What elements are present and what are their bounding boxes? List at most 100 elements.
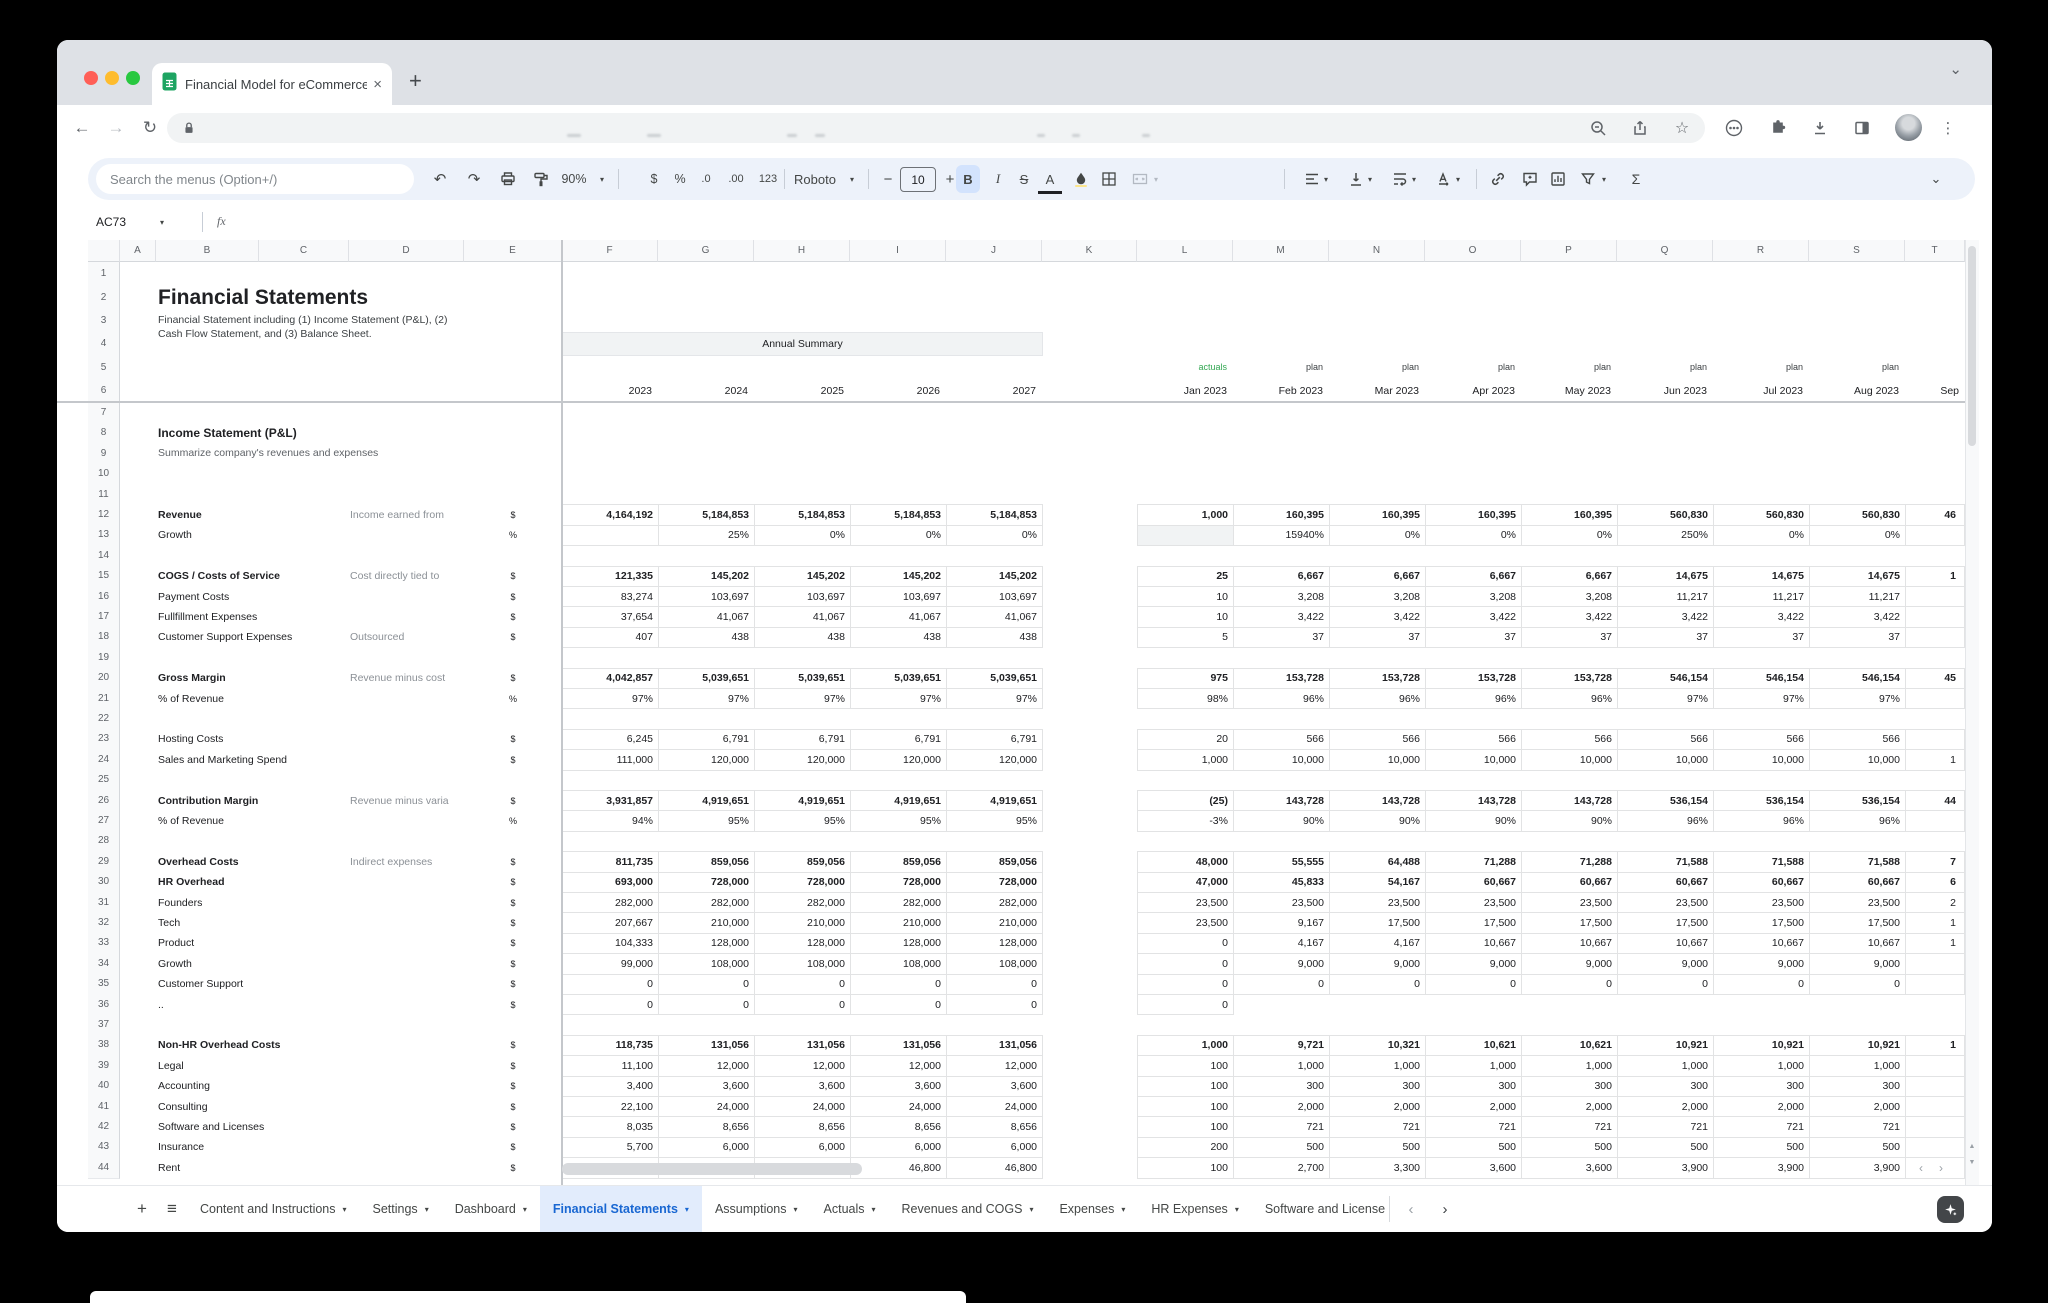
data-cell[interactable]: 6,000 (658, 1136, 755, 1159)
data-cell[interactable]: 143,728 (1521, 790, 1618, 812)
row-label[interactable]: COGS / Costs of Service (158, 566, 347, 587)
data-cell[interactable]: 17,500 (1713, 912, 1810, 934)
data-cell[interactable]: 6,667 (1521, 565, 1618, 587)
chevron-down-icon[interactable]: ▾ (160, 218, 172, 227)
data-cell[interactable]: 97% (850, 688, 947, 710)
data-cell[interactable]: 2,000 (1521, 1096, 1618, 1118)
chevron-down-icon[interactable]: ▾ (1235, 1205, 1239, 1214)
data-cell[interactable]: 71,288 (1521, 851, 1618, 873)
data-cell[interactable]: 128,000 (850, 932, 947, 955)
chevron-down-icon[interactable]: ▾ (1029, 1205, 1033, 1214)
data-cell[interactable]: 3,600 (850, 1075, 947, 1097)
data-cell[interactable]: 5,184,853 (946, 504, 1043, 526)
data-cell[interactable] (1905, 728, 1965, 751)
column-header[interactable]: F (562, 240, 658, 262)
data-cell[interactable]: 2,000 (1425, 1096, 1522, 1118)
row-unit[interactable]: $ (464, 912, 562, 933)
row-label[interactable]: Customer Support Expenses (158, 627, 347, 648)
row-label[interactable]: Product (158, 933, 347, 954)
row-label[interactable]: Sales and Marketing Spend (158, 749, 347, 770)
row-header[interactable]: 15 (88, 565, 120, 587)
data-cell[interactable]: 160,395 (1425, 504, 1522, 526)
data-cell[interactable]: 300 (1617, 1075, 1714, 1097)
chevron-down-icon[interactable]: ▾ (1408, 158, 1420, 200)
column-header[interactable]: O (1425, 240, 1521, 262)
column-header[interactable]: P (1521, 240, 1617, 262)
data-cell[interactable]: 3,422 (1809, 606, 1906, 628)
row-label[interactable]: Consulting (158, 1096, 347, 1117)
data-cell[interactable]: 2,700 (1233, 1157, 1330, 1179)
chevron-down-icon[interactable]: ▾ (1452, 158, 1464, 200)
data-cell[interactable]: 103,697 (754, 586, 851, 608)
data-cell[interactable]: 9,000 (1713, 953, 1810, 975)
row-unit[interactable]: % (464, 525, 562, 546)
data-cell[interactable]: 566 (1425, 728, 1522, 751)
data-cell[interactable]: 2,000 (1329, 1096, 1426, 1118)
data-cell[interactable]: 210,000 (946, 912, 1043, 934)
data-cell[interactable]: 11,217 (1809, 586, 1906, 608)
data-cell[interactable]: 17,500 (1425, 912, 1522, 934)
data-cell[interactable]: 24,000 (754, 1096, 851, 1118)
row-unit[interactable]: $ (464, 586, 562, 607)
data-cell[interactable]: 4,919,651 (658, 790, 755, 812)
data-cell[interactable]: 37 (1713, 626, 1810, 649)
data-cell[interactable]: 500 (1809, 1136, 1906, 1159)
row-label[interactable]: Customer Support (158, 974, 347, 995)
data-cell[interactable]: 60,667 (1425, 871, 1522, 893)
row-unit[interactable]: $ (464, 994, 562, 1015)
data-cell[interactable]: 10,621 (1521, 1034, 1618, 1057)
data-cell[interactable]: 3,600 (1425, 1157, 1522, 1179)
data-cell[interactable] (1905, 626, 1965, 649)
data-cell[interactable]: 0% (1329, 524, 1426, 547)
data-cell[interactable]: 407 (562, 626, 659, 649)
data-cell[interactable]: 3,208 (1425, 586, 1522, 608)
data-cell[interactable]: 2,000 (1233, 1096, 1330, 1118)
data-cell[interactable]: 37 (1521, 626, 1618, 649)
data-cell[interactable]: 3,422 (1617, 606, 1714, 628)
data-cell[interactable]: 153,728 (1329, 667, 1426, 689)
data-cell[interactable]: 11,217 (1617, 586, 1714, 608)
row-description[interactable]: Outsourced (350, 627, 461, 648)
data-cell[interactable]: 6,791 (754, 728, 851, 751)
data-cell[interactable]: 300 (1233, 1075, 1330, 1097)
zoom-window-button[interactable] (126, 71, 140, 85)
reload-icon[interactable]: ↻ (137, 105, 163, 150)
data-cell[interactable]: 4,167 (1329, 932, 1426, 955)
data-cell[interactable]: 41,067 (850, 606, 947, 628)
data-cell[interactable]: 3,422 (1713, 606, 1810, 628)
data-cell[interactable]: 95% (754, 810, 851, 832)
data-cell[interactable]: 23,500 (1617, 892, 1714, 914)
data-cell[interactable]: 1 (1905, 932, 1965, 955)
data-cell[interactable]: 97% (1617, 688, 1714, 710)
data-cell[interactable]: 438 (946, 626, 1043, 649)
data-cell[interactable]: 25 (1137, 565, 1234, 587)
undo-icon[interactable]: ↶ (428, 158, 452, 200)
data-cell[interactable]: 859,056 (946, 851, 1043, 873)
insert-comment-icon[interactable] (1518, 158, 1542, 200)
data-cell[interactable]: 207,667 (562, 912, 659, 934)
data-cell[interactable]: 282,000 (754, 892, 851, 914)
row-unit[interactable]: % (464, 688, 562, 709)
data-cell[interactable]: 6,791 (946, 728, 1043, 751)
data-cell[interactable]: 10,667 (1809, 932, 1906, 955)
row-header[interactable]: 14 (88, 545, 120, 567)
tab-search-chevron-icon[interactable]: ⌄ (1949, 60, 1962, 78)
data-cell[interactable]: 300 (1425, 1075, 1522, 1097)
data-cell[interactable]: 9,167 (1233, 912, 1330, 934)
row-header[interactable]: 22 (88, 708, 120, 730)
data-cell[interactable]: 37 (1809, 626, 1906, 649)
zoom-out-icon[interactable] (1583, 105, 1613, 150)
row-unit[interactable]: $ (464, 749, 562, 770)
data-cell[interactable] (1905, 524, 1965, 547)
data-cell[interactable]: 566 (1329, 728, 1426, 751)
data-cell[interactable]: 41,067 (946, 606, 1043, 628)
row-label[interactable]: Hosting Costs (158, 729, 347, 750)
data-cell[interactable]: 100 (1137, 1075, 1234, 1097)
data-cell[interactable]: 41,067 (658, 606, 755, 628)
data-cell[interactable]: 4,919,651 (850, 790, 947, 812)
row-unit[interactable]: $ (464, 627, 562, 648)
data-cell[interactable]: 3,208 (1521, 586, 1618, 608)
data-cell[interactable]: 721 (1425, 1116, 1522, 1138)
data-cell[interactable]: 3,208 (1233, 586, 1330, 608)
data-cell[interactable]: 6,791 (850, 728, 947, 751)
